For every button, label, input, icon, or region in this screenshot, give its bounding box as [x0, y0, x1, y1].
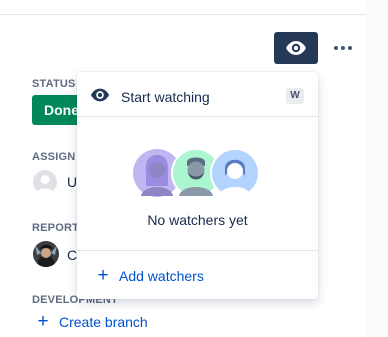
right-edge-panel	[366, 0, 388, 337]
reporter-avatar[interactable]	[33, 241, 59, 267]
add-watchers-button[interactable]: + Add watchers	[96, 265, 204, 286]
reporter-name[interactable]: C	[67, 247, 77, 263]
reporter-photo-icon	[33, 241, 59, 267]
more-actions-button[interactable]	[328, 36, 358, 60]
plus-icon: +	[37, 311, 49, 332]
reporter-label: REPORT	[32, 222, 80, 234]
keyboard-shortcut-badge: W	[286, 88, 304, 104]
no-watchers-message: No watchers yet	[147, 212, 248, 228]
more-horizontal-icon	[334, 46, 338, 50]
default-user-icon	[36, 175, 54, 194]
watchers-empty-illustration	[133, 148, 260, 198]
create-branch-link[interactable]: + Create branch	[36, 311, 148, 332]
start-watching-label: Start watching	[121, 89, 210, 105]
more-horizontal-icon	[341, 46, 345, 50]
watch-options-popup: Start watching W No watchers yet + Add w…	[77, 72, 318, 299]
add-watchers-label: Add watchers	[119, 267, 204, 284]
watch-button[interactable]	[274, 32, 318, 64]
eye-icon	[286, 41, 306, 55]
status-label: STATUS	[32, 78, 76, 90]
popup-divider	[77, 250, 318, 251]
popup-divider	[77, 116, 318, 117]
assignee-name[interactable]: U	[67, 174, 77, 190]
plus-icon: +	[97, 265, 109, 286]
assignee-avatar[interactable]	[33, 170, 57, 194]
more-horizontal-icon	[348, 46, 352, 50]
assignee-label: ASSIGN	[32, 151, 76, 163]
eye-icon	[90, 88, 110, 102]
create-branch-label: Create branch	[59, 313, 148, 330]
start-watching-item[interactable]: Start watching W	[77, 80, 318, 114]
top-divider	[0, 14, 388, 15]
